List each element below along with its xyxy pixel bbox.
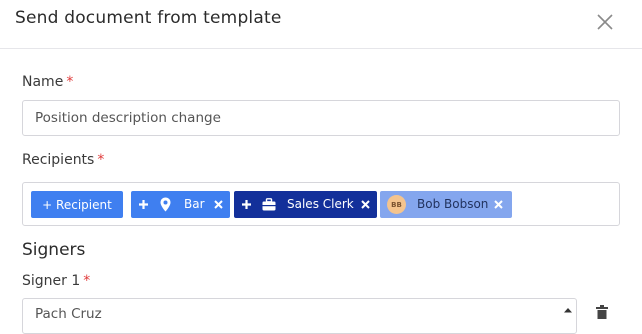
recipient-chip-sales-clerk[interactable]: Sales Clerk [234, 191, 377, 218]
required-mark: * [83, 273, 91, 289]
recipients-field[interactable]: + Recipient Bar Sales Clerk BB Bob Bobso [22, 182, 620, 226]
modal-header: Send document from template [0, 0, 642, 49]
recipients-label-text: Recipients [22, 152, 95, 168]
recipient-chip-bob-bobson[interactable]: BB Bob Bobson [380, 191, 512, 218]
required-mark: * [66, 74, 74, 90]
modal-title: Send document from template [15, 8, 282, 28]
add-recipient-button[interactable]: + Recipient [31, 191, 123, 218]
remove-icon[interactable] [361, 200, 370, 209]
recipient-chip-bar[interactable]: Bar [131, 191, 230, 218]
signer-1-select[interactable]: Pach Cruz [22, 298, 577, 334]
remove-icon[interactable] [494, 200, 503, 209]
recipient-chip-label: Bob Bobson [417, 197, 489, 211]
avatar: BB [387, 195, 406, 214]
signer-1-label: Signer 1 * [22, 273, 90, 289]
required-mark: * [97, 152, 105, 168]
add-recipient-label: + Recipient [42, 197, 112, 212]
close-button[interactable] [594, 11, 616, 33]
plus-icon[interactable] [138, 199, 149, 210]
map-pin-icon [160, 197, 171, 212]
caret-up-icon[interactable] [563, 307, 573, 313]
trash-icon[interactable] [596, 305, 608, 319]
close-icon [597, 14, 613, 30]
remove-icon[interactable] [214, 200, 223, 209]
plus-icon[interactable] [241, 199, 252, 210]
signer-1-selected-value: Pach Cruz [35, 306, 102, 322]
recipients-label: Recipients * [22, 152, 104, 168]
name-label-text: Name [22, 74, 64, 90]
recipient-chip-label: Bar [184, 197, 205, 211]
briefcase-icon [262, 198, 276, 211]
name-label: Name * [22, 74, 73, 90]
name-input[interactable] [22, 100, 620, 136]
signer-1-label-text: Signer 1 [22, 273, 81, 289]
recipient-chip-label: Sales Clerk [287, 197, 354, 211]
signers-section-title: Signers [22, 240, 86, 260]
